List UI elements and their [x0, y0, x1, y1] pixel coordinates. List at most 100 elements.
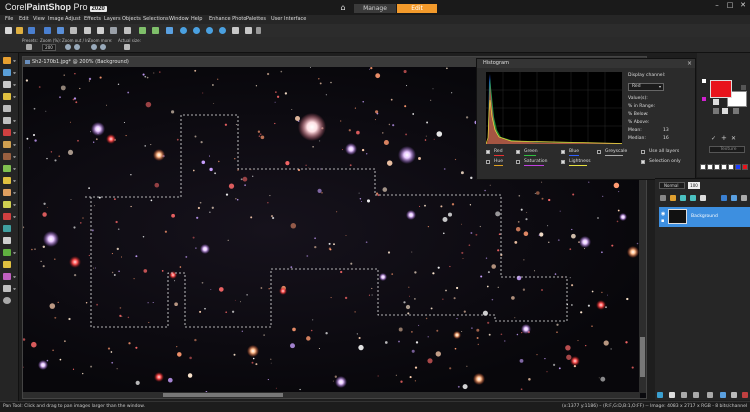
- swap-colors-icon[interactable]: [702, 79, 706, 83]
- grid-icon[interactable]: [232, 27, 239, 34]
- recent-color-swatch[interactable]: [714, 164, 720, 170]
- tab-edit[interactable]: Edit: [397, 4, 437, 13]
- menu-file[interactable]: File: [5, 16, 13, 22]
- menu-help[interactable]: Help: [191, 16, 202, 22]
- pan-tool-icon[interactable]: [3, 57, 11, 64]
- clone-tool-icon[interactable]: [3, 141, 11, 148]
- actual-size-icon[interactable]: [124, 44, 130, 50]
- duplicate-icon[interactable]: [731, 392, 737, 398]
- minimize-icon[interactable]: –: [712, 1, 722, 9]
- crop-icon[interactable]: [84, 27, 91, 34]
- saturation-channel-checkbox[interactable]: [516, 160, 520, 164]
- smudge-tool-icon[interactable]: [3, 189, 11, 196]
- pen-tool-icon[interactable]: [3, 261, 11, 268]
- move-tool-icon[interactable]: [3, 69, 11, 76]
- new-raster-layer-icon[interactable]: [657, 392, 663, 398]
- lightness-channel-checkbox[interactable]: [561, 160, 565, 164]
- zoom-out-icon[interactable]: [65, 44, 71, 50]
- zoom-input[interactable]: 200: [42, 44, 56, 51]
- home-icon[interactable]: ⌂: [336, 3, 350, 12]
- background-texture-icon[interactable]: [733, 108, 739, 114]
- lighten-darken-icon[interactable]: [3, 165, 11, 172]
- pen-icon[interactable]: [700, 195, 706, 201]
- recent-color-swatch[interactable]: [707, 164, 713, 170]
- save-as-icon[interactable]: [44, 27, 51, 34]
- transparent-icon[interactable]: [741, 85, 746, 90]
- maximize-icon[interactable]: □: [725, 1, 735, 9]
- text-tool-icon[interactable]: [3, 237, 11, 244]
- menu-objects[interactable]: Objects: [122, 16, 141, 22]
- add-tool-icon[interactable]: [3, 297, 11, 304]
- selection-tool-icon[interactable]: [3, 81, 11, 88]
- close-icon[interactable]: ✕: [731, 135, 736, 142]
- greyscale-channel-checkbox[interactable]: [597, 150, 601, 154]
- toolbar-dropdown-icon[interactable]: [256, 27, 261, 34]
- zoom-out-icon[interactable]: [193, 27, 200, 34]
- rotate-icon[interactable]: [97, 27, 104, 34]
- recent-color-swatch[interactable]: [721, 164, 727, 170]
- horizontal-scroll-thumb[interactable]: [163, 393, 283, 397]
- lock-icon[interactable]: [680, 195, 686, 201]
- add-icon[interactable]: +: [721, 134, 727, 142]
- menu-image[interactable]: Image: [48, 16, 64, 22]
- group-icon[interactable]: [707, 392, 713, 398]
- alpha-lock-icon[interactable]: [690, 195, 696, 201]
- zoom-in-icon[interactable]: [180, 27, 187, 34]
- menu-user-interface[interactable]: User Interface: [271, 16, 306, 22]
- recent-color-swatch[interactable]: [728, 164, 734, 170]
- recent-color-swatch[interactable]: [742, 164, 748, 170]
- recent-color-swatch[interactable]: [735, 164, 741, 170]
- crop-tool-icon[interactable]: [3, 105, 11, 112]
- zoom-in-icon[interactable]: [74, 44, 80, 50]
- picture-tube-icon[interactable]: [3, 225, 11, 232]
- menu-palettes[interactable]: Palettes: [246, 16, 266, 22]
- delete-layer-icon[interactable]: [742, 392, 748, 398]
- eraser-tool-icon[interactable]: [3, 201, 11, 208]
- layer-visibility-icon[interactable]: [660, 195, 666, 201]
- blend-mode-select[interactable]: Normal: [659, 182, 685, 189]
- menu-edit[interactable]: Edit: [19, 16, 29, 22]
- new-file-icon[interactable]: [5, 27, 12, 34]
- mask-icon[interactable]: [681, 392, 687, 398]
- save-icon[interactable]: [28, 27, 35, 34]
- eye-icon[interactable]: ◉: [661, 211, 665, 217]
- warp-brush-icon[interactable]: [3, 273, 11, 280]
- layer-item-background[interactable]: ◉ ▪ Background: [659, 207, 750, 227]
- properties-icon[interactable]: [720, 392, 726, 398]
- paint-brush-icon[interactable]: [3, 177, 11, 184]
- tab-manage[interactable]: Manage: [354, 4, 396, 13]
- resize-icon[interactable]: [124, 27, 131, 34]
- foreground-style-icon[interactable]: [713, 99, 719, 105]
- recent-color-swatch[interactable]: [700, 164, 706, 170]
- selection-only-checkbox[interactable]: [641, 160, 645, 164]
- zoom-fit-icon[interactable]: [206, 27, 213, 34]
- presets-icon[interactable]: [26, 44, 32, 50]
- close-icon[interactable]: ×: [687, 59, 692, 68]
- foreground-color-swatch[interactable]: [710, 80, 732, 98]
- zoom-actual-icon[interactable]: [219, 27, 226, 34]
- open-folder-icon[interactable]: [16, 27, 23, 34]
- opacity-field[interactable]: 100: [688, 182, 700, 189]
- close-icon[interactable]: ✕: [738, 1, 748, 9]
- menu-window[interactable]: Window: [169, 16, 189, 22]
- zoom-more-out-icon[interactable]: [91, 44, 97, 50]
- green-channel-checkbox[interactable]: [516, 150, 520, 154]
- menu-enhance-photo[interactable]: Enhance Photo: [209, 16, 246, 22]
- browse-icon[interactable]: [70, 27, 77, 34]
- link-icon[interactable]: [721, 195, 727, 201]
- new-vector-layer-icon[interactable]: [669, 392, 675, 398]
- dropper-tool-icon[interactable]: [3, 93, 11, 100]
- new-layer-icon[interactable]: [731, 195, 737, 201]
- menu-selections[interactable]: Selections: [143, 16, 169, 22]
- brush-icon[interactable]: [670, 195, 676, 201]
- mesh-warp-icon[interactable]: [3, 285, 11, 292]
- background-style-icon[interactable]: [722, 108, 728, 114]
- print-icon[interactable]: [57, 27, 64, 34]
- redo-icon[interactable]: [152, 27, 159, 34]
- fill-tool-icon[interactable]: [3, 213, 11, 220]
- menu-layers[interactable]: Layers: [104, 16, 121, 22]
- menu-view[interactable]: View: [33, 16, 45, 22]
- hue-channel-checkbox[interactable]: [486, 160, 490, 164]
- zoom-more-in-icon[interactable]: [100, 44, 106, 50]
- straighten-tool-icon[interactable]: [3, 117, 11, 124]
